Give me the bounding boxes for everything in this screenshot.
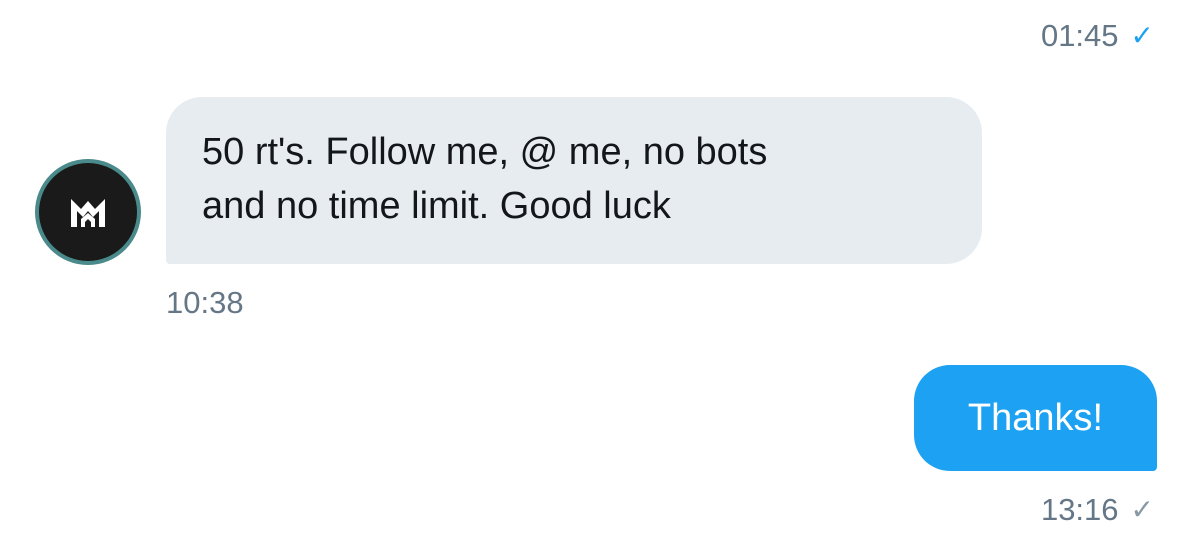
incoming-message-text: 50 rt's. Follow me, @ me, no bots and no… — [202, 131, 768, 227]
incoming-message-bubble[interactable]: 50 rt's. Follow me, @ me, no bots and no… — [166, 97, 982, 264]
checkmark-icon: ✓ — [1130, 20, 1154, 51]
outgoing-message-bubble[interactable]: Thanks! — [914, 365, 1157, 471]
m-logo-icon — [71, 199, 105, 227]
incoming-message-timestamp: 10:38 — [166, 285, 244, 320]
avatar[interactable] — [35, 159, 141, 265]
message-timestamp-top: 01:45 ✓ — [1041, 20, 1154, 51]
outgoing-message-text: Thanks! — [967, 397, 1104, 439]
timestamp-text: 01:45 — [1040, 18, 1119, 53]
timestamp-text: 13:16 — [1040, 492, 1119, 527]
checkmark-icon: ✓ — [1130, 494, 1154, 525]
outgoing-message-timestamp: 13:16 ✓ — [1041, 494, 1154, 525]
